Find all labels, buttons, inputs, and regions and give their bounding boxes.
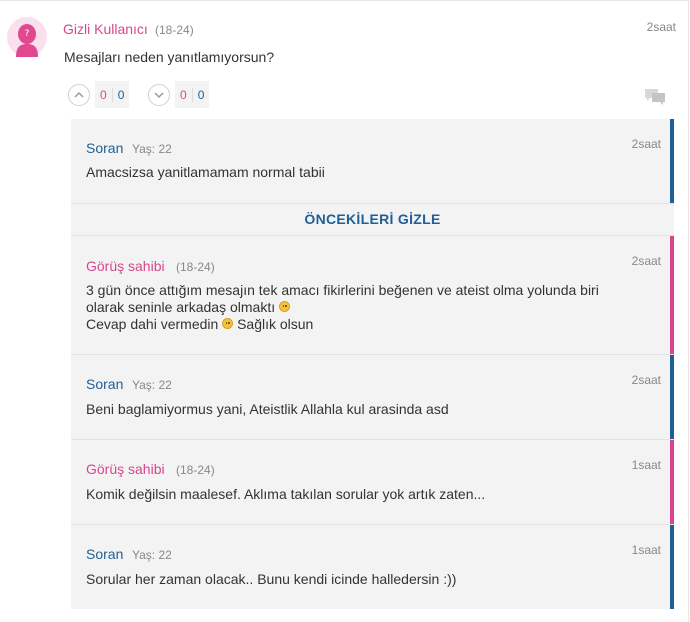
reply-text-line2b: Sağlık olsun — [237, 316, 314, 332]
smile-emoji-icon — [222, 318, 234, 329]
downvote-count-blue: 0 — [197, 87, 205, 102]
reply-text: Sorular her zaman olacak.. Bunu kendi ic… — [86, 571, 457, 587]
reply-author-age: Yaş: 22 — [132, 548, 172, 562]
reply-time: 1saat — [631, 458, 661, 472]
reply-color-bar — [670, 236, 674, 354]
downvote-count-pink: 0 — [180, 87, 187, 102]
reply-text: Beni baglamiyormus yani, Ateistlik Allah… — [86, 401, 449, 417]
frame-right-border — [688, 0, 689, 622]
reply-author[interactable]: Görüş sahibi — [86, 461, 165, 477]
reply-color-bar — [670, 119, 674, 203]
replies-thread: Soran Yaş: 22 2saat Amacsizsa yanitlamam… — [71, 119, 674, 609]
frame-top-border — [0, 0, 689, 1]
reply-author[interactable]: Görüş sahibi — [86, 258, 165, 274]
reply-author[interactable]: Soran — [86, 140, 123, 156]
reply-text-line1: 3 gün önce attığım mesajın tek amacı fik… — [86, 282, 599, 315]
upvote-count-pink: 0 — [100, 87, 107, 102]
reply-text: 3 gün önce attığım mesajın tek amacı fik… — [86, 282, 614, 333]
upvote-button[interactable] — [68, 84, 90, 106]
reply-author-age: Yaş: 22 — [132, 378, 172, 392]
reply-chat-icon[interactable] — [645, 88, 665, 110]
reply-author-age: Yaş: 22 — [132, 142, 172, 156]
sad-emoji-icon — [279, 301, 290, 312]
reply-color-bar — [670, 525, 674, 609]
reply-author-age: (18-24) — [176, 463, 215, 477]
reply-text: Komik değilsin maalesef. Aklıma takılan … — [86, 486, 486, 502]
reply-item: Görüş sahibi (18-24) 1saat Komik değilsi… — [71, 440, 674, 525]
reply-item: Soran Yaş: 22 1saat Sorular her zaman ol… — [71, 525, 674, 609]
chevron-up-icon — [74, 91, 84, 98]
reply-text-line2a: Cevap dahi vermedin — [86, 316, 219, 332]
female-avatar-question-icon: ? — [7, 17, 47, 57]
reply-item: Soran Yaş: 22 2saat Amacsizsa yanitlamam… — [71, 119, 674, 204]
downvote-count: 0 0 — [175, 81, 210, 108]
reply-author[interactable]: Soran — [86, 546, 123, 562]
reply-author[interactable]: Soran — [86, 376, 123, 392]
comment-author-age: (18-24) — [155, 23, 194, 37]
hide-previous-button[interactable]: ÖNCEKİLERİ GİZLE — [71, 204, 674, 236]
reply-color-bar — [670, 355, 674, 439]
reply-text: Amacsizsa yanitlamamam normal tabii — [86, 164, 325, 180]
reply-time: 2saat — [631, 137, 661, 151]
reply-time: 2saat — [631, 254, 661, 268]
comment-time: 2saat — [646, 20, 676, 34]
reply-time: 2saat — [631, 373, 661, 387]
upvote-count-blue: 0 — [117, 87, 125, 102]
downvote-button[interactable] — [148, 84, 170, 106]
reply-item: Görüş sahibi (18-24) 2saat 3 gün önce at… — [71, 236, 674, 355]
comment-text: Mesajları neden yanıtlamıyorsun? — [64, 49, 275, 65]
reply-item: Soran Yaş: 22 2saat Beni baglamiyormus y… — [71, 355, 674, 440]
upvote-count: 0 0 — [95, 81, 130, 108]
reply-time: 1saat — [631, 543, 661, 557]
comment-author[interactable]: Gizli Kullanıcı — [63, 21, 148, 37]
svg-text:?: ? — [25, 29, 30, 39]
reply-color-bar — [670, 440, 674, 524]
chevron-down-icon — [154, 92, 164, 99]
reply-author-age: (18-24) — [176, 260, 215, 274]
